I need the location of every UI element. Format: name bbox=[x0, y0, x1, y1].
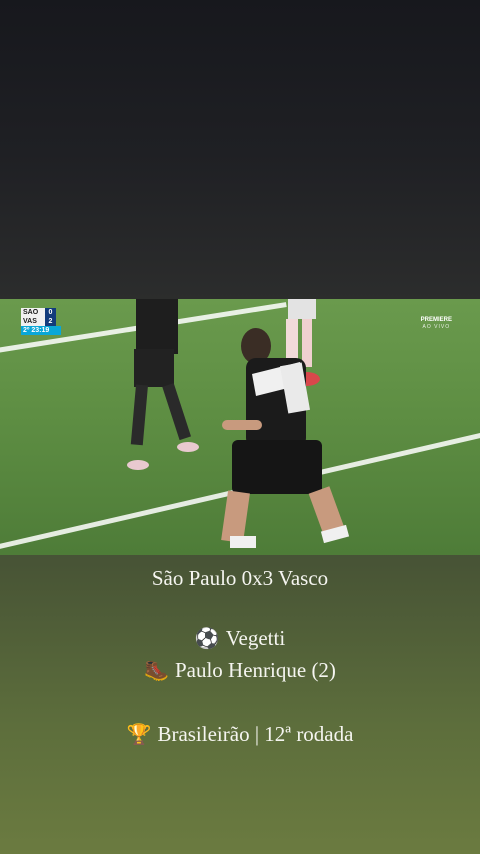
trophy-icon: 🏆 bbox=[126, 722, 152, 746]
broadcaster-logo: PREMIERE AO VIVO bbox=[421, 317, 452, 330]
match-result: São Paulo 0x3 Vasco bbox=[151, 566, 329, 590]
live-status: AO VIVO bbox=[422, 324, 451, 330]
broadcaster-name: PREMIERE bbox=[420, 317, 452, 323]
video-frame[interactable]: SAO 0 VAS 2 2º 23:19 PREMIERE AO VIVO bbox=[0, 299, 480, 555]
match-clock: 2º 23:19 bbox=[21, 326, 61, 335]
player-main bbox=[221, 328, 350, 548]
boot-icon: 🥾 bbox=[144, 658, 169, 682]
assist-line: 🥾 Paulo Henrique (2) bbox=[0, 657, 480, 683]
scoreboard: SAO 0 VAS 2 2º 23:19 bbox=[21, 308, 61, 335]
assist-name: Paulo Henrique (2) bbox=[174, 658, 336, 682]
player-background bbox=[127, 299, 199, 470]
soccer-ball-icon: ⚽ bbox=[194, 626, 220, 650]
home-score: 0 bbox=[45, 308, 56, 317]
competition-name: Brasileirão | 12ª rodada bbox=[157, 722, 354, 746]
away-team: VAS bbox=[21, 317, 45, 326]
away-score: 2 bbox=[45, 317, 56, 326]
scorer-name: Vegetti bbox=[225, 626, 286, 650]
competition-line: 🏆 Brasileirão | 12ª rodada bbox=[0, 721, 480, 747]
scorer-line: ⚽ Vegetti bbox=[0, 625, 480, 651]
home-team: SAO bbox=[21, 308, 45, 317]
